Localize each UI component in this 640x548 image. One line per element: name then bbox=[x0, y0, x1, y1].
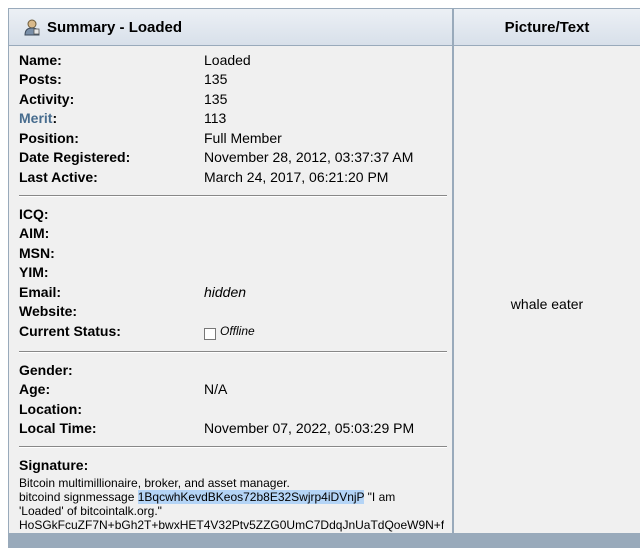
signature-line: bitcoind signmessage 1BqcwhKevdBKeos72b8… bbox=[19, 490, 444, 504]
age-label: Age: bbox=[19, 381, 51, 397]
summary-panel: Name: Loaded Posts: 135 Activity: 135 Me… bbox=[9, 46, 452, 533]
last-active-label: Last Active: bbox=[19, 169, 98, 185]
current-status-label: Current Status: bbox=[19, 323, 121, 339]
activity-value: 135 bbox=[204, 91, 228, 107]
last-active-value: March 24, 2017, 06:21:20 PM bbox=[204, 169, 389, 185]
offline-status-icon bbox=[204, 328, 216, 340]
divider bbox=[19, 195, 447, 197]
merit-link[interactable]: Merit bbox=[19, 110, 52, 126]
name-label: Name: bbox=[19, 52, 62, 68]
gender-label: Gender: bbox=[19, 362, 73, 378]
aim-label: AIM: bbox=[19, 225, 50, 241]
posts-label: Posts: bbox=[19, 71, 62, 87]
email-value: hidden bbox=[204, 284, 247, 300]
signature-text-fragment: "I am bbox=[364, 490, 396, 504]
summary-header: Summary - Loaded bbox=[9, 9, 452, 45]
picture-text-panel: whale eater bbox=[454, 46, 640, 533]
signature-line: HoSGkFcuZF7N+bGh2T+bwxHET4V32Ptv5ZZG0UmC… bbox=[19, 518, 444, 532]
status-value: Offline bbox=[220, 324, 255, 338]
local-time-label: Local Time: bbox=[19, 420, 97, 436]
personal-text: whale eater bbox=[510, 296, 584, 312]
activity-label: Activity: bbox=[19, 91, 75, 107]
website-label: Website: bbox=[19, 303, 78, 319]
signature-line: 'Loaded' of bitcointalk.org." bbox=[19, 504, 162, 518]
signature-text: Bitcoin multimillionaire, broker, and as… bbox=[19, 476, 444, 532]
position-value: Full Member bbox=[204, 130, 282, 146]
email-label: Email: bbox=[19, 284, 62, 300]
page-title: Summary - Loaded bbox=[47, 18, 183, 36]
posts-value: 135 bbox=[204, 71, 228, 87]
date-registered-label: Date Registered: bbox=[19, 149, 131, 165]
merit-value: 113 bbox=[204, 110, 227, 126]
signature-label: Signature: bbox=[19, 457, 89, 473]
divider bbox=[19, 446, 447, 448]
signature-line: Bitcoin multimillionaire, broker, and as… bbox=[19, 476, 290, 490]
position-label: Position: bbox=[19, 130, 79, 146]
picture-text-header: Picture/Text bbox=[454, 9, 640, 45]
msn-label: MSN: bbox=[19, 245, 55, 261]
date-registered-value: November 28, 2012, 03:37:37 AM bbox=[204, 149, 414, 165]
status-indicator: Offline bbox=[204, 322, 255, 341]
name-value: Loaded bbox=[204, 52, 251, 68]
age-value: N/A bbox=[204, 381, 228, 397]
icq-label: ICQ: bbox=[19, 206, 49, 222]
yim-label: YIM: bbox=[19, 264, 49, 280]
user-profile-icon bbox=[23, 18, 41, 36]
signature-text-fragment: bitcoind signmessage bbox=[19, 490, 138, 504]
bitcoin-address[interactable]: 1BqcwhKevdBKeos72b8E32Swjrp4iDVnjP bbox=[137, 490, 365, 504]
divider bbox=[19, 351, 447, 353]
local-time-value: November 07, 2022, 05:03:29 PM bbox=[204, 420, 415, 436]
merit-label: Merit: bbox=[19, 110, 58, 126]
location-label: Location: bbox=[19, 401, 82, 417]
